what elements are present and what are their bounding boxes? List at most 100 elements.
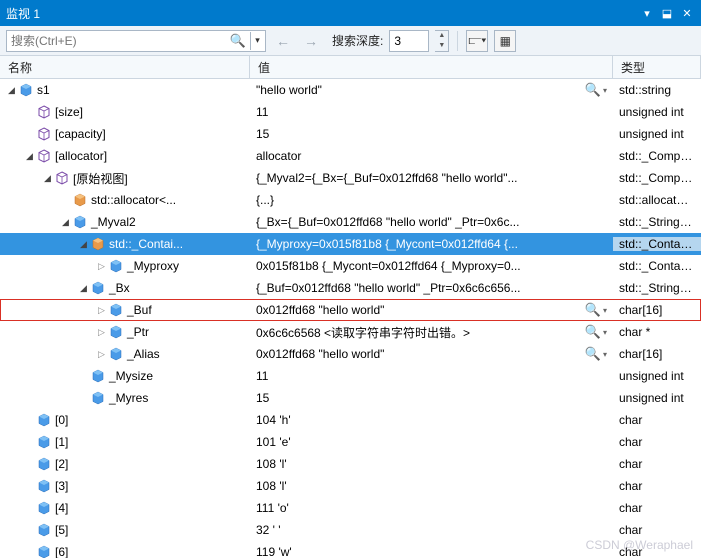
- cell-value[interactable]: 32 ' ': [250, 523, 613, 537]
- cell-name[interactable]: [3]: [0, 479, 250, 493]
- cell-value[interactable]: 0x015f81b8 {_Mycont=0x012ffd64 {_Myproxy…: [250, 259, 613, 273]
- header-value[interactable]: 值: [250, 56, 613, 78]
- expander-icon[interactable]: [96, 305, 107, 316]
- table-row[interactable]: _Myproxy0x015f81b8 {_Mycont=0x012ffd64 {…: [0, 255, 701, 277]
- cell-value[interactable]: allocator: [250, 149, 613, 163]
- cell-value[interactable]: {_Myval2={_Bx={_Buf=0x012ffd68 "hello wo…: [250, 171, 613, 185]
- visualizer-dropdown-icon[interactable]: ▾: [603, 328, 607, 337]
- chevron-up-icon[interactable]: ▲: [435, 31, 448, 41]
- pin-icon[interactable]: ⬓: [659, 5, 675, 21]
- cell-value[interactable]: {...}: [250, 193, 613, 207]
- table-row[interactable]: [size]11unsigned int: [0, 101, 701, 123]
- table-row[interactable]: [capacity]15unsigned int: [0, 123, 701, 145]
- magnifier-icon[interactable]: 🔍: [585, 346, 601, 362]
- header-name[interactable]: 名称: [0, 56, 250, 78]
- expander-icon[interactable]: [24, 151, 35, 162]
- cell-value[interactable]: 108 'l': [250, 457, 613, 471]
- table-row[interactable]: _Ptr0x6c6c6568 <读取字符串字符时出错。>🔍▾char *: [0, 321, 701, 343]
- expander-icon[interactable]: [6, 85, 17, 96]
- filter-icon[interactable]: ⫍▾: [466, 30, 488, 52]
- cell-name[interactable]: [allocator]: [0, 149, 250, 163]
- expander-icon[interactable]: [78, 239, 89, 250]
- table-row[interactable]: std::allocator<...{...}std::allocator...: [0, 189, 701, 211]
- cell-name[interactable]: _Myres: [0, 391, 250, 405]
- table-row[interactable]: std::_Contai...{_Myproxy=0x015f81b8 {_My…: [0, 233, 701, 255]
- table-row[interactable]: [0]104 'h'char: [0, 409, 701, 431]
- search-input[interactable]: [6, 30, 266, 52]
- table-row[interactable]: [4]111 'o'char: [0, 497, 701, 519]
- visualizer-dropdown-icon[interactable]: ▾: [603, 350, 607, 359]
- cell-name[interactable]: std::_Contai...: [0, 237, 250, 251]
- grid-icon[interactable]: ▦: [494, 30, 516, 52]
- table-row[interactable]: s1"hello world"🔍▾std::string: [0, 79, 701, 101]
- cell-name[interactable]: _Ptr: [0, 325, 250, 339]
- table-row[interactable]: [5]32 ' 'char: [0, 519, 701, 541]
- watch-tree[interactable]: s1"hello world"🔍▾std::string[size]11unsi…: [0, 79, 701, 558]
- cell-value[interactable]: 15: [250, 127, 613, 141]
- magnifier-icon[interactable]: 🔍: [585, 324, 601, 340]
- visualizer-dropdown-icon[interactable]: ▾: [603, 306, 607, 315]
- chevron-down-icon[interactable]: ▼: [435, 41, 448, 51]
- cell-name[interactable]: [size]: [0, 105, 250, 119]
- cell-name[interactable]: s1: [0, 83, 250, 97]
- table-row[interactable]: _Myres15unsigned int: [0, 387, 701, 409]
- table-row[interactable]: [原始视图]{_Myval2={_Bx={_Buf=0x012ffd68 "he…: [0, 167, 701, 189]
- cell-value[interactable]: 111 'o': [250, 501, 613, 515]
- cell-name[interactable]: [capacity]: [0, 127, 250, 141]
- cell-name[interactable]: [0]: [0, 413, 250, 427]
- expander-icon[interactable]: [78, 283, 89, 294]
- table-row[interactable]: [2]108 'l'char: [0, 453, 701, 475]
- table-row[interactable]: _Myval2{_Bx={_Buf=0x012ffd68 "hello worl…: [0, 211, 701, 233]
- expander-icon[interactable]: [96, 261, 107, 272]
- expander-icon[interactable]: [96, 327, 107, 338]
- dropdown-icon[interactable]: ▾: [639, 5, 655, 21]
- expander-icon[interactable]: [42, 173, 53, 184]
- cell-value[interactable]: {_Myproxy=0x015f81b8 {_Mycont=0x012ffd64…: [250, 237, 613, 251]
- cell-name[interactable]: _Myval2: [0, 215, 250, 229]
- cell-value[interactable]: 101 'e': [250, 435, 613, 449]
- cell-name[interactable]: [原始视图]: [0, 170, 250, 187]
- table-row[interactable]: [3]108 'l'char: [0, 475, 701, 497]
- table-row[interactable]: [6]119 'w'char: [0, 541, 701, 558]
- expander-icon[interactable]: [96, 349, 107, 360]
- cell-value[interactable]: 119 'w': [250, 545, 613, 558]
- table-row[interactable]: _Buf0x012ffd68 "hello world"🔍▾char[16]: [0, 299, 701, 321]
- cell-value[interactable]: 0x6c6c6568 <读取字符串字符时出错。>🔍▾: [250, 324, 613, 341]
- cell-name[interactable]: _Buf: [0, 303, 250, 317]
- cell-name[interactable]: [1]: [0, 435, 250, 449]
- expander-icon[interactable]: [60, 217, 71, 228]
- cell-name[interactable]: [4]: [0, 501, 250, 515]
- cell-name[interactable]: [5]: [0, 523, 250, 537]
- cell-value[interactable]: 15: [250, 391, 613, 405]
- visualizer-dropdown-icon[interactable]: ▾: [603, 86, 607, 95]
- depth-spinner[interactable]: ▲▼: [435, 30, 449, 52]
- cell-name[interactable]: [2]: [0, 457, 250, 471]
- cell-name[interactable]: [6]: [0, 545, 250, 558]
- table-row[interactable]: _Bx{_Buf=0x012ffd68 "hello world" _Ptr=0…: [0, 277, 701, 299]
- cell-value[interactable]: {_Bx={_Buf=0x012ffd68 "hello world" _Ptr…: [250, 215, 613, 229]
- cell-value[interactable]: 11: [250, 369, 613, 383]
- cell-name[interactable]: std::allocator<...: [0, 193, 250, 207]
- cell-value[interactable]: {_Buf=0x012ffd68 "hello world" _Ptr=0x6c…: [250, 281, 613, 295]
- cell-value[interactable]: 0x012ffd68 "hello world"🔍▾: [250, 302, 613, 318]
- cell-value[interactable]: 108 'l': [250, 479, 613, 493]
- table-row[interactable]: [1]101 'e'char: [0, 431, 701, 453]
- search-dropdown-icon[interactable]: ▾: [250, 32, 264, 50]
- close-icon[interactable]: ✕: [679, 5, 695, 21]
- cell-value[interactable]: 0x012ffd68 "hello world"🔍▾: [250, 346, 613, 362]
- cell-name[interactable]: _Mysize: [0, 369, 250, 383]
- table-row[interactable]: _Alias0x012ffd68 "hello world"🔍▾char[16]: [0, 343, 701, 365]
- table-row[interactable]: _Mysize11unsigned int: [0, 365, 701, 387]
- cell-name[interactable]: _Alias: [0, 347, 250, 361]
- depth-input[interactable]: [389, 30, 429, 52]
- cell-value[interactable]: 11: [250, 105, 613, 119]
- magnifier-icon[interactable]: 🔍: [585, 82, 601, 98]
- cell-name[interactable]: _Myproxy: [0, 259, 250, 273]
- search-prev-button[interactable]: ←: [272, 30, 294, 52]
- header-type[interactable]: 类型: [613, 56, 701, 78]
- search-next-button[interactable]: →: [300, 30, 322, 52]
- magnifier-icon[interactable]: 🔍: [585, 302, 601, 318]
- cell-value[interactable]: "hello world"🔍▾: [250, 82, 613, 98]
- cell-name[interactable]: _Bx: [0, 281, 250, 295]
- table-row[interactable]: [allocator]allocatorstd::_Compres...: [0, 145, 701, 167]
